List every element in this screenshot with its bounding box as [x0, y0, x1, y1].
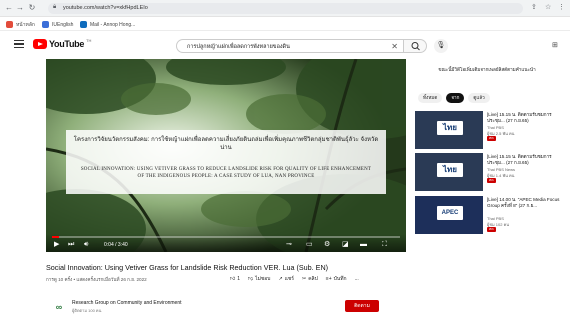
bookmark-2[interactable]: Mail - Annop Hong...	[80, 20, 135, 29]
next-icon[interactable]: ⏭︎	[68, 241, 74, 249]
recommendation-thumbnail: ไทย	[415, 153, 483, 191]
live-badge: สด	[487, 178, 496, 183]
channel-avatar[interactable]: ∞	[52, 302, 66, 312]
thumbs-up-icon: 👍︎	[230, 276, 236, 282]
logo-region: TH	[86, 37, 92, 43]
fullscreen-icon[interactable]: ⛶	[382, 241, 387, 249]
bookmark-favicon-icon	[80, 21, 87, 28]
recommendation-item[interactable]: APEC [Live] 14.00 น. "APEC Media Focus G…	[415, 196, 565, 236]
dislike-button[interactable]: 👎︎ ไม่ชอบ	[248, 275, 270, 283]
recommendation-item[interactable]: ไทย [Live] 15.15 น. ติดตามรับชมการประชุม…	[415, 153, 565, 193]
share-label: แชร์	[284, 276, 294, 282]
progress-fill	[52, 236, 59, 238]
subscribe-button[interactable]: ติดตาม	[345, 300, 379, 312]
scissors-icon: ✂	[302, 276, 307, 282]
search-value: การปลูกหญ้าแฝกเพื่อลดการพังทลายของดิน	[187, 44, 290, 50]
recommendation-title: [Live] 15.15 น. ติดตามรับชมการประชุม... …	[487, 154, 552, 165]
bookmark-favicon-icon	[42, 21, 49, 28]
video-title-overlay: โครงการวิจัยนวัตกรรมสังคม: การใช้หญ้าแฝก…	[66, 130, 386, 194]
thumbnail-logo: ไทย	[437, 121, 463, 135]
recommendation-item[interactable]: ไทย [Live] 15.15 น. ติดตามรับชมการประชุม…	[415, 111, 565, 151]
video-meta: การดู 10 ครั้ง • แสดงครั้งแรกเมื่อวันที่…	[46, 277, 147, 282]
search-button[interactable]	[403, 39, 427, 53]
share-button[interactable]: ↗ แชร์	[278, 275, 294, 283]
overlay-title-english-line2: OF THE INDIGENOUS PEOPLE: A CASE STUDY O…	[137, 174, 315, 179]
autoplay-toggle-icon[interactable]: ⊸	[286, 241, 292, 249]
share-icon[interactable]: ⇪	[531, 3, 537, 13]
time-display: 0:04 / 3:40	[104, 242, 128, 248]
settings-gear-icon[interactable]: ⚙	[324, 241, 330, 249]
sidebar-filter-chips: ทั้งหมด จาก ดูแล้ว	[418, 93, 490, 103]
search-input[interactable]: การปลูกหญ้าแฝกเพื่อลดการพังทลายของดิน ✕	[176, 39, 404, 53]
share-arrow-icon: ↗	[278, 276, 283, 282]
youtube-play-icon	[33, 39, 47, 49]
bookmarks-bar: หน้าหลัก IUEnglish Mail - Annop Hong...	[0, 17, 570, 31]
thumbs-down-icon: 👎︎	[248, 276, 254, 282]
play-icon[interactable]: ▶	[54, 241, 59, 249]
thumbnail-logo: ไทย	[437, 163, 463, 177]
save-label: บันทึก	[333, 276, 347, 282]
channel-subscribers: ผู้ติดตาม 100 คน	[72, 308, 102, 313]
like-count: 1	[237, 276, 241, 282]
bookmark-favicon-icon	[6, 21, 13, 28]
create-video-icon[interactable]: ⊞	[552, 41, 558, 49]
chip-all[interactable]: ทั้งหมด	[418, 93, 443, 103]
video-actions: 👍︎ 1 👎︎ ไม่ชอบ ↗ แชร์ ✂ คลิป ≡+ บันทึก ...	[230, 275, 359, 283]
sidebar-notice: ขณะนี้มีวิดีโอเพิ่มเติมจากเพลย์ลิสต์ตามค…	[438, 67, 536, 72]
logo-text: YouTube	[49, 39, 85, 49]
live-badge: สด	[487, 227, 496, 232]
reload-icon[interactable]: ↻	[27, 3, 37, 13]
hamburger-menu-icon[interactable]	[14, 40, 24, 48]
star-icon[interactable]: ☆	[545, 3, 551, 13]
url-text: youtube.com/watch?v=xkfHpdLEIo	[63, 5, 148, 11]
recommendation-title: [Live] 15.15 น. ติดตามรับชมการประชุม... …	[487, 112, 552, 123]
clip-label: คลิป	[308, 276, 318, 282]
subtitles-icon[interactable]: ▭	[306, 241, 313, 249]
browser-address-bar: ← → ↻ 🔒︎ youtube.com/watch?v=xkfHpdLEIo …	[0, 0, 570, 17]
clear-search-icon[interactable]: ✕	[391, 41, 398, 52]
bookmark-label: Mail - Annop Hong...	[90, 21, 136, 28]
bookmark-0[interactable]: หน้าหลัก	[6, 20, 35, 29]
lock-icon: 🔒︎	[53, 4, 57, 10]
live-badge: สด	[487, 136, 496, 141]
recommendation-thumbnail: APEC	[415, 196, 483, 234]
bookmark-label: หน้าหลัก	[16, 21, 35, 28]
chip-from[interactable]: จาก	[446, 93, 465, 103]
dislike-label: ไม่ชอบ	[255, 276, 271, 282]
back-arrow-icon[interactable]: ←	[4, 3, 14, 13]
like-button[interactable]: 👍︎ 1	[230, 275, 240, 283]
overlay-title-thai: โครงการวิจัยนวัตกรรมสังคม: การใช้หญ้าแฝก…	[73, 137, 379, 151]
player-controls: ▶ ⏭︎ 🔊︎ 0:04 / 3:40 ⊸ ▭ ⚙ ◪ ▬ ⛶	[46, 234, 406, 252]
overlay-title-english: SOCIAL INNOVATION: USING VETIVER GRASS T…	[72, 166, 380, 180]
video-player[interactable]: โครงการวิจัยนวัตกรรมสังคม: การใช้หญ้าแฝก…	[46, 59, 406, 252]
search-icon	[411, 42, 420, 51]
menu-dots-icon[interactable]: ⋮	[558, 3, 565, 13]
bookmark-label: IUEnglish	[52, 21, 74, 28]
recommendation-thumbnail: ไทย	[415, 111, 483, 149]
video-title: Social Innovation: Using Vetiver Grass f…	[46, 263, 329, 272]
overlay-title-english-line1: SOCIAL INNOVATION: USING VETIVER GRASS T…	[80, 167, 372, 172]
chip-watched[interactable]: ดูแล้ว	[468, 93, 490, 103]
playlist-add-icon: ≡+	[325, 276, 332, 282]
save-button[interactable]: ≡+ บันทึก	[326, 275, 347, 283]
channel-name[interactable]: Research Group on Community and Environm…	[72, 300, 182, 306]
progress-bar[interactable]	[52, 236, 400, 238]
thumbnail-logo: APEC	[437, 206, 463, 220]
clip-button[interactable]: ✂ คลิป	[302, 275, 318, 283]
recommendation-title: [Live] 14.00 น. "APEC Media Focus Group …	[487, 197, 560, 208]
more-actions-button[interactable]: ...	[355, 275, 359, 283]
microphone-icon[interactable]: 🎙︎	[434, 39, 448, 53]
forward-arrow-icon[interactable]: →	[15, 3, 25, 13]
theater-mode-icon[interactable]: ▬	[360, 241, 367, 249]
youtube-logo[interactable]: YouTube TH	[33, 37, 92, 49]
miniplayer-icon[interactable]: ◪	[342, 241, 349, 249]
bookmark-1[interactable]: IUEnglish	[42, 20, 73, 29]
url-field[interactable]: 🔒︎ youtube.com/watch?v=xkfHpdLEIo	[48, 3, 523, 14]
youtube-header: YouTube TH การปลูกหญ้าแฝกเพื่อลดการพังทล…	[0, 31, 570, 59]
volume-icon[interactable]: 🔊︎	[84, 241, 88, 249]
